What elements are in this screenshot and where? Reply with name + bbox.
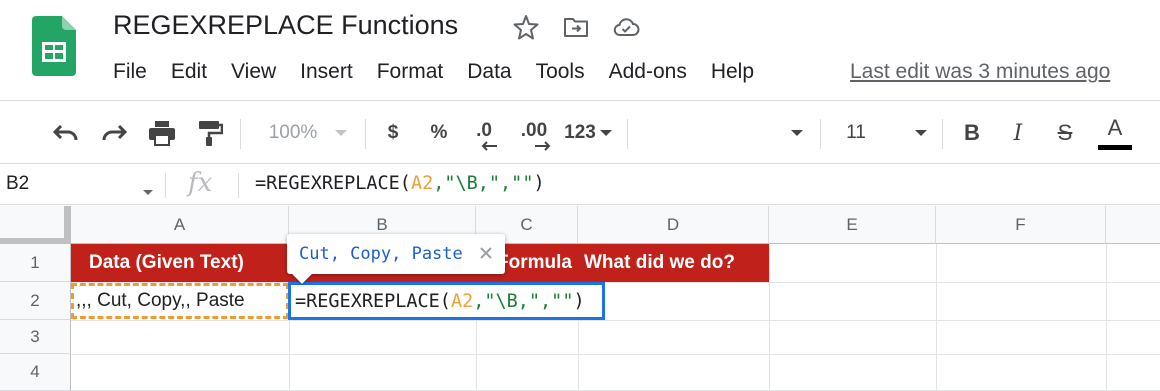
decrease-decimal-button[interactable]: .0: [466, 101, 502, 165]
menu-file[interactable]: File: [113, 60, 147, 84]
menu-format[interactable]: Format: [377, 60, 444, 84]
star-icon[interactable]: [512, 12, 540, 42]
row-header-3[interactable]: 3: [0, 320, 71, 354]
last-edit-link[interactable]: Last edit was 3 minutes ago: [850, 60, 1110, 84]
cloud-saved-icon[interactable]: [612, 12, 640, 42]
toolbar: 100% $ % .0 .00 123 11 B I S A: [0, 100, 1160, 164]
cell-a1[interactable]: Data (Given Text): [89, 244, 285, 282]
more-formats-button[interactable]: 123: [562, 101, 598, 165]
menu-edit[interactable]: Edit: [171, 60, 207, 84]
zoom-select[interactable]: 100%: [262, 101, 324, 165]
italic-button[interactable]: I: [1006, 101, 1030, 165]
column-header-next[interactable]: [1106, 206, 1160, 244]
text-color-swatch: [1098, 145, 1132, 150]
bold-button[interactable]: B: [960, 101, 984, 165]
menu-data[interactable]: Data: [467, 60, 511, 84]
font-family-dropdown-icon[interactable]: [788, 101, 806, 165]
editor-prefix: =REGEXREPLACE(: [295, 290, 451, 312]
redo-icon[interactable]: [98, 101, 130, 165]
editor-ref: A2: [450, 290, 474, 312]
menu-help[interactable]: Help: [711, 60, 754, 84]
formula-suffix: ): [533, 173, 545, 194]
increase-decimal-label: .00: [520, 120, 548, 141]
text-color-button[interactable]: A: [1098, 101, 1132, 165]
menu-add-ons[interactable]: Add-ons: [609, 60, 687, 84]
menu-insert[interactable]: Insert: [300, 60, 353, 84]
text-color-label: A: [1107, 115, 1123, 140]
formula-ref: A2: [410, 173, 434, 194]
app-header: REGEXREPLACE Functions File Edit View In…: [0, 0, 1160, 100]
cell-b2-editor[interactable]: =REGEXREPLACE(A2 ,"\B,",""): [288, 282, 605, 320]
menu-bar: File Edit View Insert Format Data Tools …: [113, 60, 778, 84]
formula-args: ,"\B,","": [433, 173, 534, 194]
name-box[interactable]: B2: [6, 173, 29, 195]
google-sheets-logo-icon[interactable]: [32, 16, 76, 76]
print-icon[interactable]: [146, 101, 178, 165]
move-to-folder-icon[interactable]: [562, 12, 590, 42]
formula-input[interactable]: =REGEXREPLACE(A2,"\B,",""): [255, 173, 545, 194]
column-header-a[interactable]: A: [71, 206, 289, 244]
column-header-e[interactable]: E: [769, 206, 936, 244]
row-header-1[interactable]: 1: [0, 244, 71, 282]
sheet-grid: A B C D E F 1 2 3 4 Data (Given Text) Ou…: [0, 206, 1160, 391]
formula-preview-text: Cut, Copy, Paste: [299, 244, 463, 264]
column-header-d[interactable]: D: [578, 206, 769, 244]
cell-d1[interactable]: What did we do?: [584, 244, 769, 282]
row-header-2[interactable]: 2: [0, 282, 71, 320]
name-box-dropdown-icon[interactable]: [142, 183, 154, 201]
menu-view[interactable]: View: [231, 60, 276, 84]
column-header-f[interactable]: F: [936, 206, 1106, 244]
formula-bar: B2 fx =REGEXREPLACE(A2,"\B,",""): [0, 165, 1160, 205]
more-formats-dropdown-icon[interactable]: [598, 101, 614, 165]
font-size-select[interactable]: 11: [836, 101, 876, 165]
document-title[interactable]: REGEXREPLACE Functions: [113, 10, 458, 41]
row-header-4[interactable]: 4: [0, 354, 71, 391]
editor-suffix: ): [573, 290, 585, 312]
increase-decimal-button[interactable]: .00: [514, 101, 554, 165]
formula-prefix: =REGEXREPLACE(: [255, 173, 411, 194]
formula-preview-tooltip: Cut, Copy, Paste: [287, 234, 505, 284]
editor-args: ,"\B,","": [473, 290, 574, 312]
currency-format-button[interactable]: $: [380, 101, 406, 165]
zoom-dropdown-icon[interactable]: [332, 101, 350, 165]
paint-format-icon[interactable]: [194, 101, 226, 165]
cell-a2[interactable]: ,,, Cut, Copy,, Paste: [71, 283, 289, 319]
percent-format-button[interactable]: %: [426, 101, 452, 165]
fx-icon: fx: [188, 168, 213, 198]
font-size-dropdown-icon[interactable]: [912, 101, 930, 165]
close-icon[interactable]: [477, 244, 495, 262]
decrease-decimal-label: .0: [476, 120, 492, 141]
undo-icon[interactable]: [50, 101, 82, 165]
strikethrough-button[interactable]: S: [1052, 101, 1078, 165]
menu-tools[interactable]: Tools: [536, 60, 585, 84]
